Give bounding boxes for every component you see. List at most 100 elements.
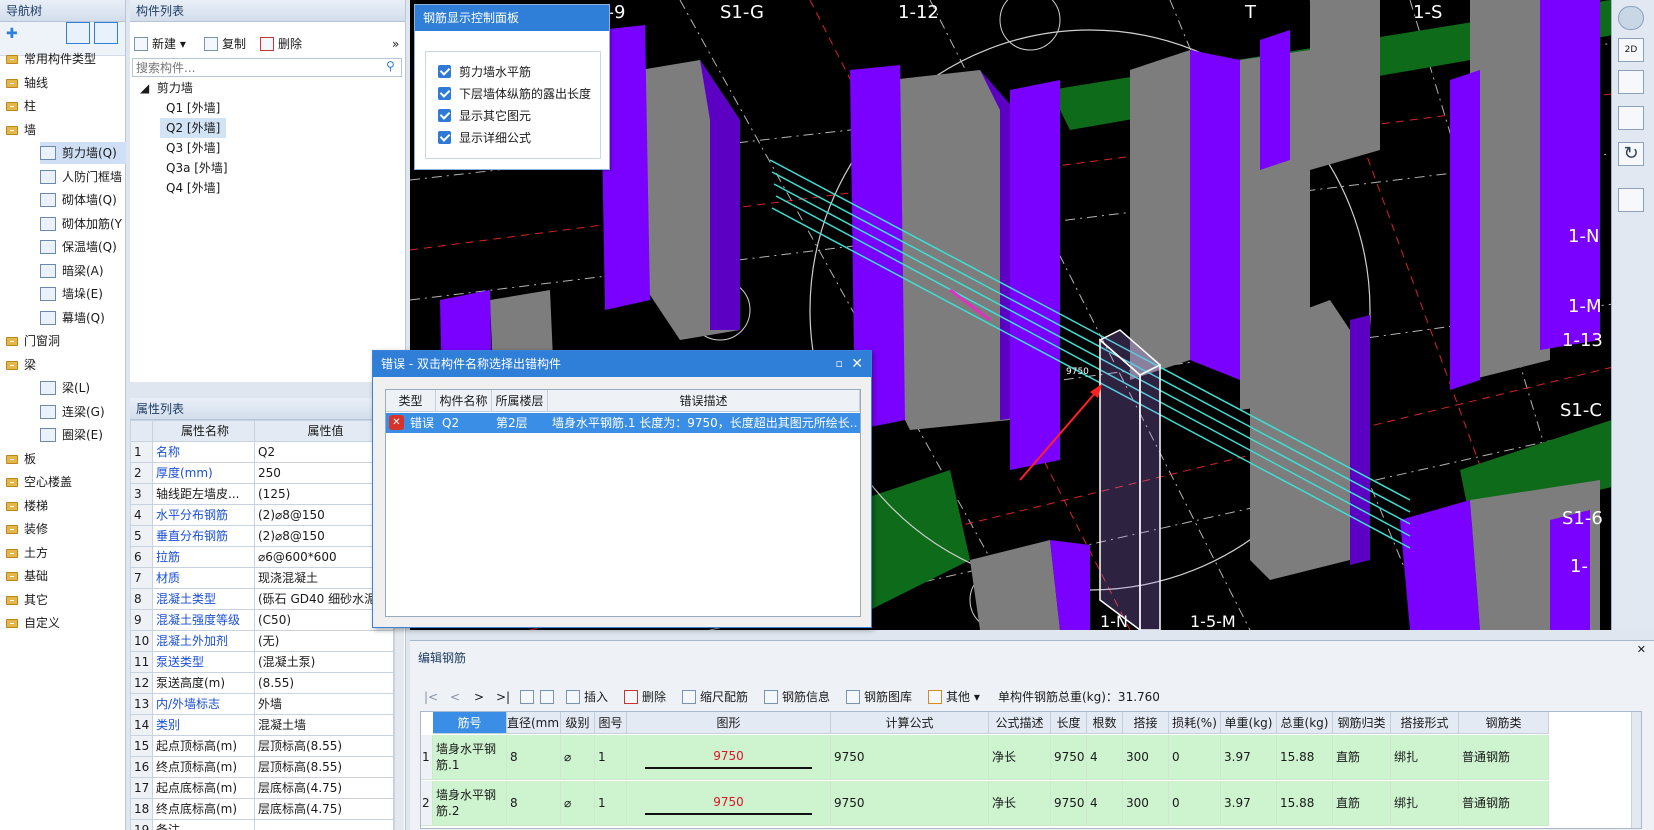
2d-view-button[interactable]: 2D <box>1618 38 1644 62</box>
property-value[interactable]: 层顶标高(8.55) <box>254 735 394 757</box>
property-value[interactable]: (混凝土泵) <box>254 651 394 673</box>
rebar-cell-shape[interactable]: 9750 <box>627 735 831 780</box>
rebar-col-header[interactable]: 直径(mm) <box>507 712 561 734</box>
rebar-cell-type[interactable]: 普通钢筋 <box>1459 781 1549 826</box>
layer-icon[interactable] <box>1618 188 1644 212</box>
property-row[interactable]: 10 混凝土外加剂 (无) <box>130 630 394 652</box>
rebar-cell-lap[interactable]: 300 <box>1123 735 1169 780</box>
property-row[interactable]: 17 起点底标高(m) 层底标高(4.75) <box>130 777 394 799</box>
rebar-cell-loss[interactable]: 0 <box>1169 781 1221 826</box>
list-view-icon[interactable] <box>66 22 90 44</box>
property-row[interactable]: 7 材质 现浇混凝土 <box>130 567 394 589</box>
property-value[interactable] <box>254 819 394 830</box>
more-icon[interactable]: » <box>392 34 399 54</box>
property-row[interactable]: 13 内/外墙标志 外墙 <box>130 693 394 715</box>
rebar-col-header[interactable]: 筋号 <box>433 712 507 734</box>
nav-subitem[interactable]: 暗梁(A) <box>40 260 126 282</box>
rebar-cell-name[interactable]: 墙身水平钢筋.2 <box>433 781 507 826</box>
rebar-col-header[interactable]: 损耗(%) <box>1169 712 1221 734</box>
rebar-col-header[interactable]: 总重(kg) <box>1277 712 1333 734</box>
nav-category[interactable]: 门窗洞 <box>6 330 126 352</box>
rebar-cell-cat[interactable]: 直筋 <box>1333 735 1391 780</box>
rotate-icon[interactable]: ↻ <box>1618 142 1644 166</box>
insert-button[interactable]: 插入 <box>566 687 608 707</box>
option-show-detail-formula[interactable]: 显示详细公式 <box>438 128 531 148</box>
rebar-cell-lapform[interactable]: 绑扎 <box>1391 781 1459 826</box>
cube-view-icon[interactable] <box>1618 70 1644 94</box>
rebar-cell-loss[interactable]: 0 <box>1169 735 1221 780</box>
nav-subitem[interactable]: 梁(L) <box>40 377 126 399</box>
nav-subitem[interactable]: 墙垛(E) <box>40 283 126 305</box>
rebar-cell-fdesc[interactable]: 净长 <box>989 735 1051 780</box>
rebar-cell-dia[interactable]: 8 <box>507 735 561 780</box>
property-row[interactable]: 4 水平分布钢筋 (2)⌀8@150 <box>130 504 394 526</box>
component-item[interactable]: Q3a [外墙] <box>160 158 234 178</box>
component-group[interactable]: ◢ 剪力墙 <box>140 78 193 98</box>
maximize-icon[interactable]: ▫ <box>836 351 843 377</box>
rebar-col-header[interactable]: 根数 <box>1087 712 1123 734</box>
option-lower-wall-exposed-length[interactable]: 下层墙体纵筋的露出长度 <box>438 84 591 104</box>
rebar-cell-lapform[interactable]: 绑扎 <box>1391 735 1459 780</box>
close-icon[interactable]: ✕ <box>851 351 863 377</box>
rebar-cell-formula[interactable]: 9750 <box>831 781 989 826</box>
rebar-info-button[interactable]: 钢筋信息 <box>764 687 830 707</box>
rebar-col-header[interactable]: 计算公式 <box>831 712 989 734</box>
move-up-button[interactable] <box>520 687 538 707</box>
property-value[interactable]: 外墙 <box>254 693 394 715</box>
rebar-cell-dia[interactable]: 8 <box>507 781 561 826</box>
nav-subitem[interactable]: 幕墙(Q) <box>40 307 126 329</box>
property-row[interactable]: 2 厚度(mm) 250 <box>130 462 394 484</box>
property-row[interactable]: 15 起点顶标高(m) 层顶标高(8.55) <box>130 735 394 757</box>
box-view-icon[interactable] <box>1618 106 1644 130</box>
nav-subitem[interactable]: 人防门框墙 <box>40 166 126 188</box>
nav-category[interactable]: 梁 <box>6 354 126 376</box>
rebar-cell-shape[interactable]: 9750 <box>627 781 831 826</box>
nav-subitem[interactable]: 剪力墙(Q) <box>40 142 126 164</box>
nav-subitem[interactable]: 保温墙(Q) <box>40 236 126 258</box>
property-row[interactable]: 16 终点顶标高(m) 层顶标高(8.55) <box>130 756 394 778</box>
nav-category[interactable]: 墙 <box>6 119 126 141</box>
nav-last-button[interactable]: >| <box>496 687 510 707</box>
rebar-cell-count[interactable]: 4 <box>1087 781 1123 826</box>
new-button[interactable]: 新建 ▾ <box>134 34 186 54</box>
rebar-cell-uw[interactable]: 3.97 <box>1221 735 1277 780</box>
nav-category[interactable]: 基础 <box>6 565 126 587</box>
table-view-icon[interactable] <box>94 22 118 44</box>
property-row[interactable]: 1 名称 Q2 <box>130 441 394 463</box>
grid-scrollbar[interactable] <box>1631 712 1641 828</box>
checkbox-checked-icon[interactable] <box>438 131 451 144</box>
orbit-icon[interactable] <box>1618 6 1644 30</box>
rebar-cell-uw[interactable]: 3.97 <box>1221 781 1277 826</box>
property-row[interactable]: 12 泵送高度(m) (8.55) <box>130 672 394 694</box>
rebar-cell-fig[interactable]: 1 <box>595 735 627 780</box>
nav-category[interactable]: 常用构件类型 <box>6 48 126 70</box>
checkbox-checked-icon[interactable] <box>438 65 451 78</box>
rebar-col-header[interactable]: 钢筋类 <box>1459 712 1549 734</box>
move-down-button[interactable] <box>540 687 558 707</box>
nav-category[interactable]: 楼梯 <box>6 495 126 517</box>
property-row[interactable]: 8 混凝土类型 (砾石 GD40 细砂水泥 <box>130 588 394 610</box>
rebar-library-button[interactable]: 钢筋图库 <box>846 687 912 707</box>
rebar-cell-grade[interactable]: ⌀ <box>561 735 595 780</box>
rebar-cell-count[interactable]: 4 <box>1087 735 1123 780</box>
error-row[interactable]: ✕ 错误 Q2 第2层 墙身水平钢筋.1 长度为：9750，长度超出其图元所绘长… <box>386 413 860 433</box>
rebar-cell-lap[interactable]: 300 <box>1123 781 1169 826</box>
property-row[interactable]: 3 轴线距左墙皮... (125) <box>130 483 394 505</box>
property-value[interactable]: (无) <box>254 630 394 652</box>
checkbox-checked-icon[interactable] <box>438 109 451 122</box>
delete-row-button[interactable]: 删除 <box>624 687 666 707</box>
rebar-col-header[interactable]: 级别 <box>561 712 595 734</box>
option-show-other-elements[interactable]: 显示其它图元 <box>438 106 531 126</box>
scale-rebar-button[interactable]: 缩尺配筋 <box>682 687 748 707</box>
component-search-input[interactable] <box>132 58 402 77</box>
property-value[interactable]: 层顶标高(8.55) <box>254 756 394 778</box>
rebar-col-header[interactable]: 长度 <box>1051 712 1087 734</box>
rebar-col-header[interactable]: 单重(kg) <box>1221 712 1277 734</box>
property-row[interactable]: 9 混凝土强度等级 (C50) <box>130 609 394 631</box>
nav-category[interactable]: 空心楼盖 <box>6 471 126 493</box>
nav-category[interactable]: 柱 <box>6 95 126 117</box>
copy-button[interactable]: 复制 <box>204 34 246 54</box>
property-row[interactable]: 18 终点底标高(m) 层底标高(4.75) <box>130 798 394 820</box>
nav-category[interactable]: 板 <box>6 448 126 470</box>
nav-category[interactable]: 土方 <box>6 542 126 564</box>
